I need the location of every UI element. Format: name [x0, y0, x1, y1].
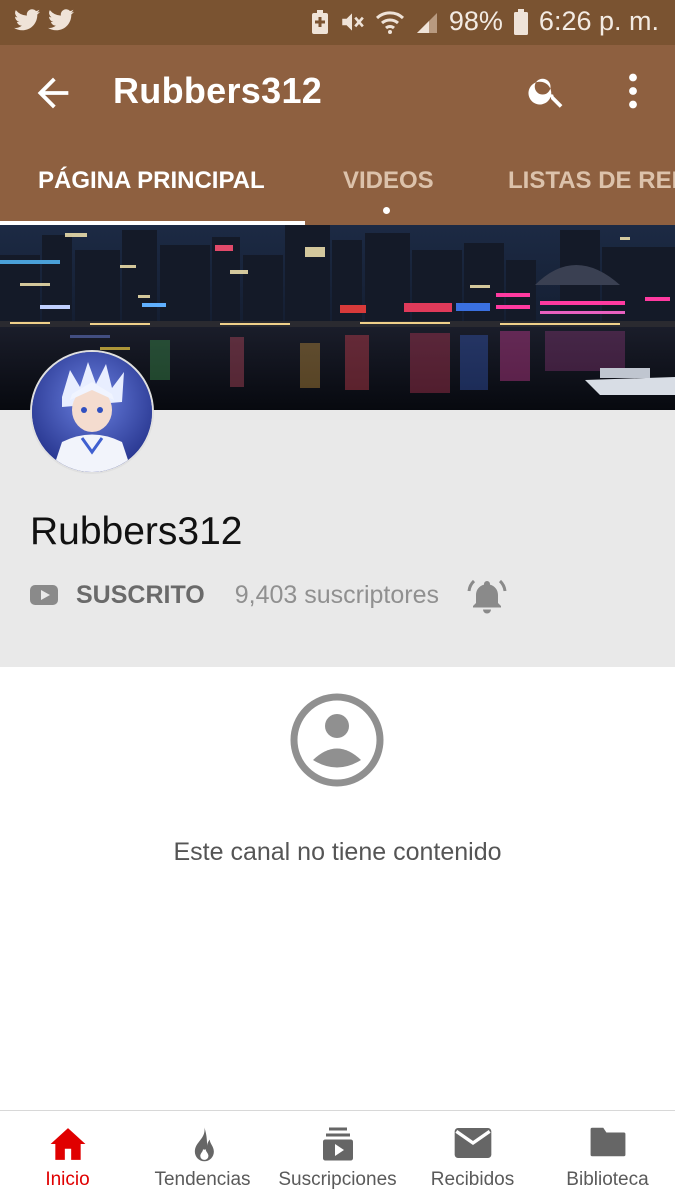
battery-percentage: 98%: [448, 6, 503, 36]
nav-item-suscripciones[interactable]: Suscripciones: [270, 1111, 405, 1201]
search-button[interactable]: [526, 70, 568, 112]
mail-icon: [454, 1128, 491, 1158]
nav-label: Biblioteca: [566, 1169, 649, 1190]
status-bar: 98% 6:26 p. m.: [0, 0, 675, 45]
nav-item-recibidos[interactable]: Recibidos: [405, 1111, 540, 1201]
signal-icon: [416, 12, 437, 33]
battery-icon: [513, 8, 528, 35]
empty-channel-message: Este canal no tiene contenido: [173, 838, 502, 866]
notification-bell-button[interactable]: [467, 575, 507, 615]
folder-icon: [590, 1127, 625, 1157]
tab-home[interactable]: PÁGINA PRINCIPAL: [38, 167, 265, 195]
nav-label: Recibidos: [430, 1169, 515, 1190]
battery-saver-icon: [311, 9, 328, 34]
wifi-icon: [375, 10, 404, 34]
page-title: Rubbers312: [113, 70, 323, 111]
back-button[interactable]: [30, 70, 76, 116]
twitter-icon: [48, 9, 74, 31]
subscriber-count: 9,403 suscriptores: [234, 580, 440, 609]
twitter-icon: [14, 9, 40, 31]
status-time: 6:26 p. m.: [538, 6, 659, 36]
subscriptions-icon: [322, 1127, 353, 1161]
tab-videos[interactable]: VIDEOS: [343, 167, 434, 195]
subscribed-button[interactable]: SUSCRITO: [76, 581, 205, 610]
channel-tabs: PÁGINA PRINCIPAL VIDEOS LISTAS DE REPROD…: [0, 155, 675, 225]
channel-name: Rubbers312: [30, 510, 243, 553]
channel-avatar[interactable]: [30, 350, 154, 474]
account-circle-icon: [290, 693, 384, 787]
search-icon: [528, 78, 563, 108]
back-arrow-icon: [37, 77, 69, 109]
nav-label: Inicio: [45, 1169, 90, 1190]
flame-icon: [194, 1127, 214, 1162]
anime-avatar-image: [32, 352, 152, 472]
app-bar: Rubbers312 PÁGINA PRINCIPAL VIDEOS LISTA…: [0, 45, 675, 225]
youtube-icon: [30, 585, 58, 605]
nav-label: Tendencias: [154, 1169, 251, 1190]
nav-item-biblioteca[interactable]: Biblioteca: [540, 1111, 675, 1201]
nav-item-inicio[interactable]: Inicio: [0, 1111, 135, 1201]
more-options-button[interactable]: [615, 70, 651, 112]
mute-icon: [342, 12, 364, 31]
bell-icon: [467, 579, 507, 614]
tab-playlists[interactable]: LISTAS DE REPRODUCCIÓN: [508, 167, 675, 195]
subscription-row: SUSCRITO 9,403 suscriptores: [30, 575, 507, 615]
more-vert-icon: [629, 73, 637, 109]
bottom-navigation: Inicio Tendencias Suscripciones Recibido…: [0, 1110, 675, 1201]
nav-label: Suscripciones: [278, 1169, 397, 1190]
nav-item-tendencias[interactable]: Tendencias: [135, 1111, 270, 1201]
home-icon: [50, 1128, 85, 1160]
new-content-dot: [383, 207, 390, 214]
